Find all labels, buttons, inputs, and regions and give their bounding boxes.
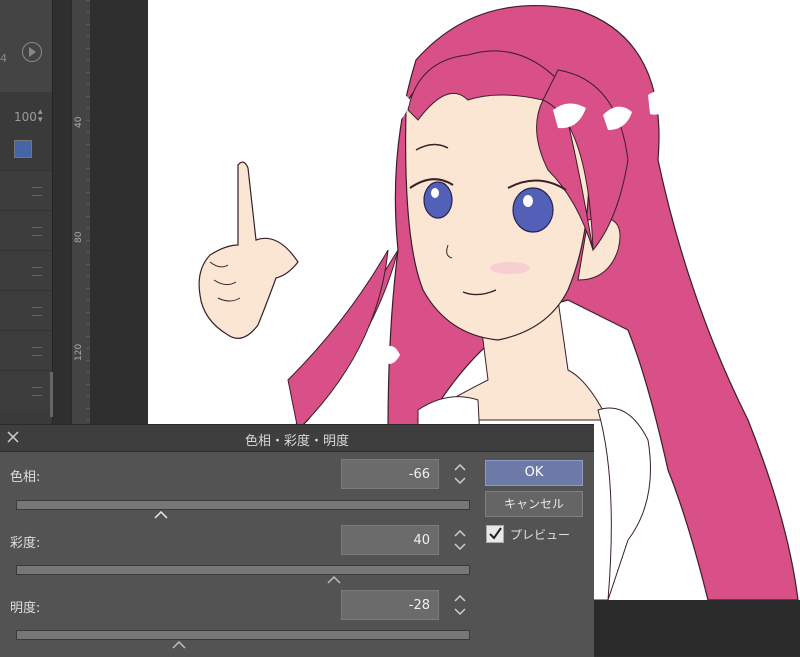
drag-handle-icon[interactable] (32, 387, 42, 396)
saturation-spinner-icon[interactable] (452, 525, 468, 555)
drag-handle-icon[interactable] (32, 307, 42, 316)
ok-button[interactable]: OK (485, 460, 583, 486)
left-panel-number: 4 (0, 52, 7, 65)
saturation-label: 彩度: (10, 536, 41, 551)
preview-label: プレビュー (510, 528, 571, 542)
ruler-mark: 120 (74, 343, 84, 361)
preview-checkbox[interactable] (486, 525, 504, 543)
panel-scrollbar[interactable] (50, 372, 53, 417)
opacity-spinner-icon[interactable]: ▴ ▾ (38, 108, 43, 125)
ruler-mark: 40 (74, 116, 84, 128)
status-area (594, 600, 800, 656)
layer-row[interactable] (0, 290, 52, 331)
hue-slider[interactable] (16, 500, 470, 510)
opacity-value[interactable]: 100 (14, 110, 37, 124)
drag-handle-icon[interactable] (32, 347, 42, 356)
hue-slider-thumb-icon[interactable] (154, 511, 168, 519)
hue-saturation-lightness-dialog: 色相・彩度・明度 色相: 彩度: 明度: OK キャンセル プレビュー (0, 424, 594, 657)
dialog-title: 色相・彩度・明度 (244, 434, 349, 449)
hue-spinner-icon[interactable] (452, 459, 468, 489)
ruler-mark: 80 (74, 231, 84, 243)
drag-handle-icon[interactable] (32, 227, 42, 236)
drag-handle-icon[interactable] (32, 267, 42, 276)
layer-color-swatch[interactable] (14, 140, 32, 158)
layer-row[interactable] (0, 250, 52, 291)
saturation-input[interactable] (341, 525, 439, 555)
lightness-input[interactable] (341, 590, 439, 620)
play-icon[interactable] (22, 42, 42, 62)
saturation-slider-thumb-icon[interactable] (327, 576, 341, 584)
layer-row[interactable] (0, 170, 52, 211)
hue-input[interactable] (341, 459, 439, 489)
lightness-label: 明度: (10, 601, 41, 616)
drag-handle-icon[interactable] (32, 187, 42, 196)
saturation-slider[interactable] (16, 565, 470, 575)
lightness-slider-thumb-icon[interactable] (172, 641, 186, 649)
left-panel: 4 100 ▴ ▾ (0, 0, 53, 424)
dialog-titlebar[interactable]: 色相・彩度・明度 (0, 425, 594, 452)
layer-row[interactable] (0, 210, 52, 251)
layer-row[interactable] (0, 330, 52, 371)
cancel-button[interactable]: キャンセル (485, 491, 583, 517)
layer-row[interactable] (0, 370, 52, 411)
hue-label: 色相: (10, 470, 41, 485)
checkmark-icon (489, 527, 502, 540)
lightness-slider[interactable] (16, 630, 470, 640)
lightness-spinner-icon[interactable] (452, 590, 468, 620)
canvas-background (90, 0, 148, 424)
